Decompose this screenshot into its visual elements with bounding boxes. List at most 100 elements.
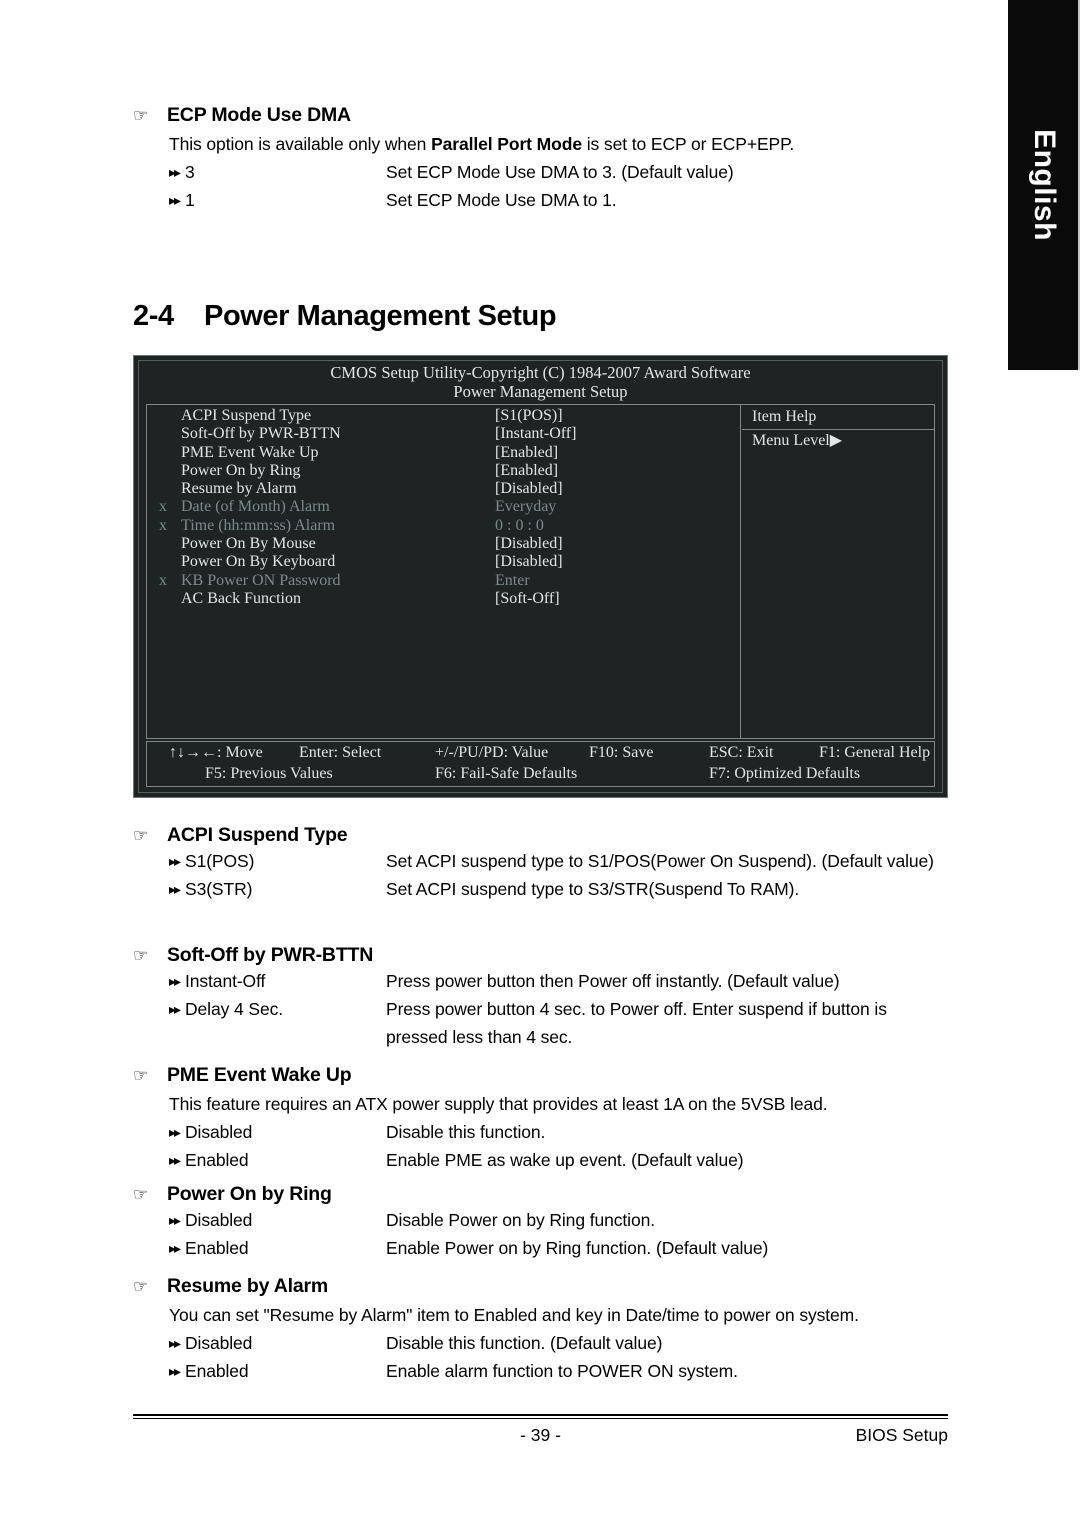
bios-row-value[interactable]: [Instant-Off] — [495, 425, 740, 443]
bios-row-marker: x — [159, 571, 167, 589]
option-description: Press power button then Power off instan… — [386, 971, 840, 991]
intro-post-text: is set to ECP or ECP+EPP. — [581, 134, 795, 154]
option-description: Disable Power on by Ring function. — [386, 1210, 655, 1230]
option-row: ▸▸ Disabled Disable Power on by Ring fun… — [169, 1206, 953, 1234]
bios-subtitle: Power Management Setup — [453, 382, 628, 401]
option-description: Set ECP Mode Use DMA to 3. (Default valu… — [386, 162, 734, 182]
bios-row[interactable]: Power On By Mouse [Disabled] — [147, 535, 740, 553]
option-description: Disable this function. — [386, 1122, 546, 1142]
bios-row-label: Soft-Off by PWR-BTTN — [181, 425, 341, 443]
bios-key-legend-line-1: ↑↓→←: Move Enter: Select +/-/PU/PD: Valu… — [147, 742, 934, 763]
bios-row-marker: x — [159, 498, 167, 516]
bios-row[interactable]: Soft-Off by PWR-BTTN [Instant-Off] — [147, 425, 740, 443]
legend-general-help: F1: General Help — [819, 744, 931, 761]
double-arrow-icon: ▸▸ — [169, 1152, 181, 1168]
option-description: Enable alarm function to POWER ON system… — [386, 1361, 738, 1381]
option-name: 3 — [185, 162, 195, 182]
bios-row-marker — [159, 480, 181, 498]
option-name: Enabled — [185, 1361, 249, 1381]
double-arrow-icon: ▸▸ — [169, 881, 181, 897]
bios-inner-frame: CMOS Setup Utility-Copyright (C) 1984-20… — [138, 360, 943, 793]
option-name: S3(STR) — [185, 879, 253, 899]
legend-optimized-defaults: F7: Optimized Defaults — [709, 765, 861, 782]
option-row: ▸▸ Disabled Disable this function. (Defa… — [169, 1329, 953, 1357]
option-row: ▸▸ Disabled Disable this function. — [169, 1118, 953, 1146]
option-name: Enabled — [185, 1150, 249, 1170]
bios-row: x KB Power ON Password Enter — [147, 572, 740, 590]
page-footer: - 39 - BIOS Setup — [133, 1414, 948, 1449]
double-arrow-icon: ▸▸ — [169, 1363, 181, 1379]
bios-row: x Date (of Month) Alarm Everyday — [147, 498, 740, 516]
option-name: Disabled — [185, 1333, 253, 1353]
option-name: Disabled — [185, 1122, 253, 1142]
option-name: Disabled — [185, 1210, 253, 1230]
option-name: 1 — [185, 190, 195, 210]
section-heading-text: ECP Mode Use DMA — [167, 104, 351, 126]
option-name: Enabled — [185, 1238, 249, 1258]
option-description: Press power button 4 sec. to Power off. … — [386, 999, 887, 1047]
section-note: You can set "Resume by Alarm" item to En… — [169, 1305, 859, 1325]
bios-row-value[interactable]: [Enabled] — [495, 444, 740, 462]
bios-row[interactable]: AC Back Function [Soft-Off] — [147, 590, 740, 608]
pointing-hand-icon: ☞ — [133, 946, 149, 965]
option-row: ▸▸ Enabled Enable alarm function to POWE… — [169, 1357, 953, 1385]
bios-row: x Time (hh:mm:ss) Alarm 0 : 0 : 0 — [147, 517, 740, 535]
bios-body: ACPI Suspend Type [S1(POS)] Soft-Off by … — [146, 404, 935, 739]
section-heading: ☞ Power On by Ring — [133, 1183, 953, 1206]
section-power-on-by-ring: ☞ Power On by Ring ▸▸ Disabled Disable P… — [133, 1183, 953, 1262]
section-intro-paragraph: This option is available only when Paral… — [169, 130, 953, 158]
bios-row-label: Power On By Mouse — [181, 535, 316, 553]
legend-previous-values: F5: Previous Values — [205, 765, 333, 782]
legend-enter: Enter: Select — [299, 744, 382, 761]
section-heading: ☞ Resume by Alarm — [133, 1275, 953, 1298]
bios-row-label: ACPI Suspend Type — [181, 407, 312, 424]
section-heading: ☞ ACPI Suspend Type — [133, 824, 953, 847]
legend-save: F10: Save — [589, 744, 654, 761]
double-arrow-icon: ▸▸ — [169, 853, 181, 869]
bios-row-value[interactable]: [Disabled] — [495, 553, 740, 571]
bios-row-label: Power On By Keyboard — [181, 553, 336, 571]
bios-row-value[interactable]: [Soft-Off] — [495, 590, 740, 608]
legend-fail-safe-defaults: F6: Fail-Safe Defaults — [435, 765, 578, 782]
bios-row[interactable]: Resume by Alarm [Disabled] — [147, 480, 740, 498]
bios-row-value[interactable]: [Disabled] — [495, 480, 740, 498]
option-row: ▸▸ Enabled Enable PME as wake up event. … — [169, 1146, 953, 1174]
intro-bold-text: Parallel Port Mode — [431, 134, 582, 154]
bios-row-value: Everyday — [495, 498, 557, 516]
option-row: ▸▸ 3 Set ECP Mode Use DMA to 3. (Default… — [169, 158, 953, 186]
bios-row-label: PME Event Wake Up — [181, 443, 319, 461]
option-row: ▸▸ S1(POS) Set ACPI suspend type to S1/P… — [169, 847, 953, 875]
bios-row-marker — [159, 425, 181, 443]
section-pme-event-wake-up: ☞ PME Event Wake Up This feature require… — [133, 1064, 953, 1174]
bios-row-marker — [159, 407, 181, 425]
bios-key-legend: ↑↓→←: Move Enter: Select +/-/PU/PD: Valu… — [146, 741, 935, 787]
pointing-hand-icon: ☞ — [133, 826, 149, 845]
pointing-hand-icon: ☞ — [133, 106, 149, 125]
page-number: - 39 - — [520, 1425, 561, 1445]
option-description: Set ACPI suspend type to S1/POS(Power On… — [386, 851, 934, 871]
menu-level-label: Menu Level▶ — [752, 432, 843, 449]
chapter-number: 2-4 — [133, 300, 174, 332]
chapter-title-text: Power Management Setup — [204, 300, 557, 332]
option-row: ▸▸ Delay 4 Sec. Press power button 4 sec… — [169, 995, 953, 1051]
bios-row-marker — [159, 444, 181, 462]
legend-move: ↑↓→←: Move — [169, 744, 263, 761]
section-heading-text: Soft-Off by PWR-BTTN — [167, 944, 374, 966]
double-arrow-icon: ▸▸ — [169, 1124, 181, 1140]
bios-row-value[interactable]: [Disabled] — [495, 535, 740, 553]
bios-row[interactable]: Power On by Ring [Enabled] — [147, 462, 740, 480]
section-note: This feature requires an ATX power suppl… — [169, 1094, 828, 1114]
pointing-hand-icon: ☞ — [133, 1066, 149, 1085]
option-name: Delay 4 Sec. — [185, 999, 284, 1019]
footer-divider — [133, 1414, 948, 1419]
bios-row-value[interactable]: [Enabled] — [495, 462, 740, 480]
bios-row-marker — [159, 462, 181, 480]
bios-row[interactable]: PME Event Wake Up [Enabled] — [147, 444, 740, 462]
option-description: Set ECP Mode Use DMA to 1. — [386, 190, 617, 210]
bios-row-value[interactable]: [S1(POS)] — [495, 407, 740, 425]
bios-row-marker — [159, 553, 181, 571]
bios-row[interactable]: Power On By Keyboard [Disabled] — [147, 553, 740, 571]
bios-row[interactable]: ACPI Suspend Type [S1(POS)] — [147, 405, 740, 425]
double-arrow-icon: ▸▸ — [169, 192, 181, 208]
pointing-hand-icon: ☞ — [133, 1277, 149, 1296]
